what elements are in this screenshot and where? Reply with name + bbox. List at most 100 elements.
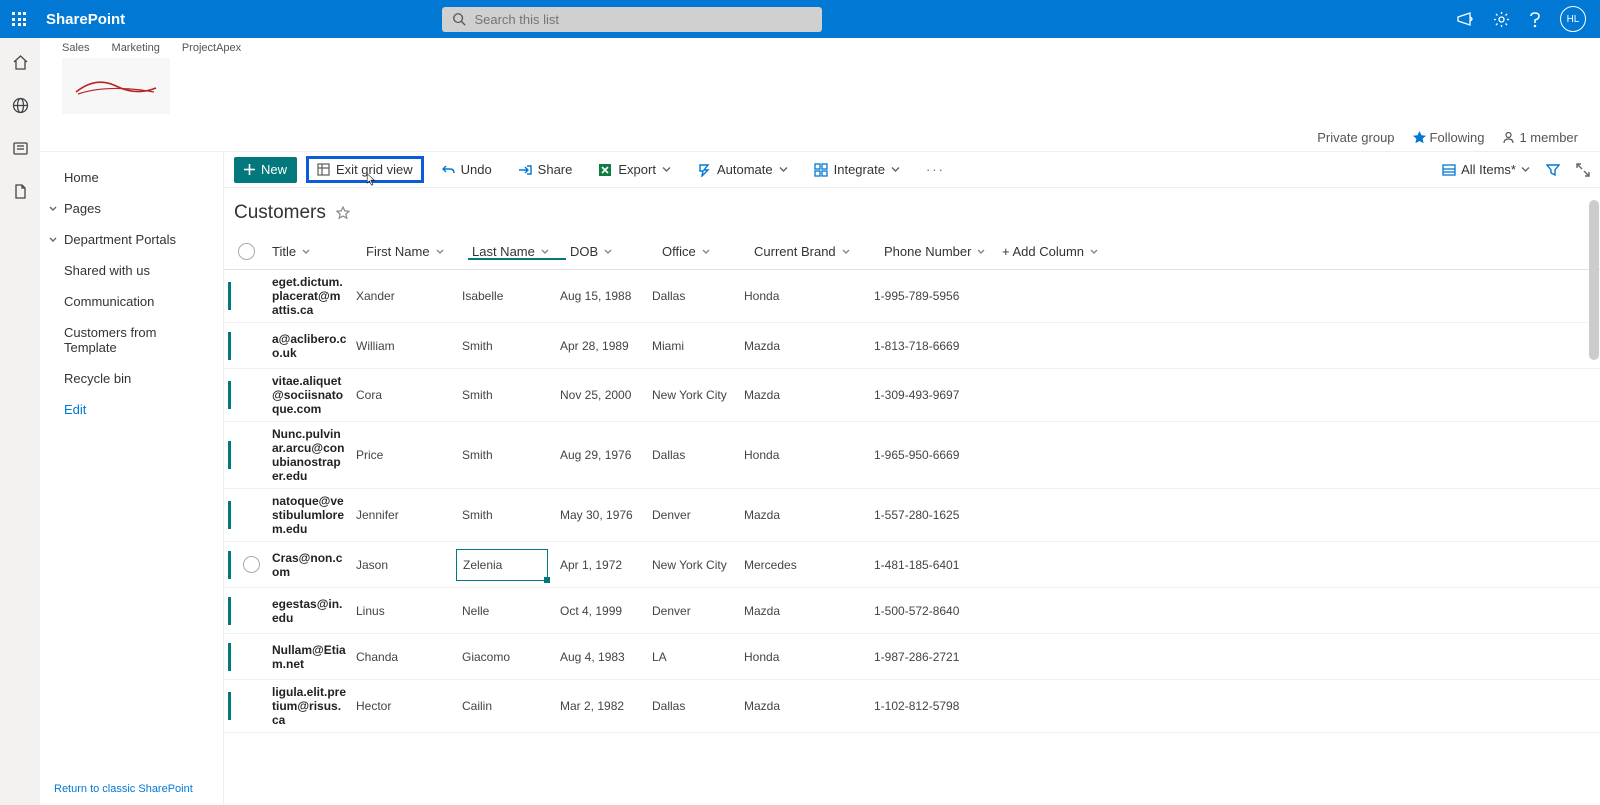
scrollbar-thumb[interactable]: [1589, 200, 1599, 360]
nav-pages[interactable]: Pages: [40, 193, 223, 224]
nav-home[interactable]: Home: [40, 162, 223, 193]
col-phone-number[interactable]: Phone Number: [880, 244, 998, 259]
cell-last-name[interactable]: Nelle: [458, 604, 556, 618]
col-first-name[interactable]: First Name: [362, 244, 468, 259]
cell-brand[interactable]: Mazda: [740, 508, 870, 522]
cell-title[interactable]: vitae.aliquet@sociisnatoque.com: [268, 374, 352, 416]
cell-last-name[interactable]: Smith: [458, 339, 556, 353]
app-launcher-icon[interactable]: [0, 0, 38, 38]
table-row[interactable]: eget.dictum.placerat@mattis.caXanderIsab…: [224, 270, 1600, 323]
cell-title[interactable]: eget.dictum.placerat@mattis.ca: [268, 275, 352, 317]
share-button[interactable]: Share: [510, 158, 581, 181]
cell-brand[interactable]: Mazda: [740, 339, 870, 353]
col-title[interactable]: Title: [268, 244, 362, 259]
cell-first-name[interactable]: Hector: [352, 699, 458, 713]
table-row[interactable]: egestas@in.eduLinusNelleOct 4, 1999Denve…: [224, 588, 1600, 634]
cell-brand[interactable]: Honda: [740, 650, 870, 664]
cell-title[interactable]: ligula.elit.pretium@risus.ca: [268, 685, 352, 727]
megaphone-icon[interactable]: [1457, 12, 1475, 26]
nav-communication[interactable]: Communication: [40, 286, 223, 317]
cell-last-name[interactable]: Cailin: [458, 699, 556, 713]
cell-first-name[interactable]: Xander: [352, 289, 458, 303]
cell-phone[interactable]: 1-813-718-6669: [870, 339, 988, 353]
export-button[interactable]: Export: [590, 158, 679, 181]
select-all[interactable]: [238, 243, 255, 260]
members-button[interactable]: 1 member: [1502, 130, 1578, 145]
nav-shared-with-us[interactable]: Shared with us: [40, 255, 223, 286]
cell-title[interactable]: Nullam@Etiam.net: [268, 643, 352, 671]
cell-last-name[interactable]: Smith: [458, 448, 556, 462]
follow-button[interactable]: Following: [1413, 130, 1485, 145]
cell-brand[interactable]: Mazda: [740, 388, 870, 402]
cell-dob[interactable]: Oct 4, 1999: [556, 604, 648, 618]
cell-first-name[interactable]: Jennifer: [352, 508, 458, 522]
table-row[interactable]: Cras@non.comJasonZeleniaApr 1, 1972New Y…: [224, 542, 1600, 588]
nav-customers-template[interactable]: Customers from Template: [40, 317, 223, 363]
home-icon[interactable]: [12, 54, 29, 71]
return-classic-link[interactable]: Return to classic SharePoint: [54, 783, 193, 795]
cell-office[interactable]: Dallas: [648, 699, 740, 713]
filter-icon[interactable]: [1546, 163, 1560, 177]
cell-brand[interactable]: Mazda: [740, 604, 870, 618]
cell-phone[interactable]: 1-557-280-1625: [870, 508, 988, 522]
cell-title[interactable]: egestas@in.edu: [268, 597, 352, 625]
cell-phone[interactable]: 1-995-789-5956: [870, 289, 988, 303]
cell-brand[interactable]: Honda: [740, 289, 870, 303]
cell-office[interactable]: Dallas: [648, 448, 740, 462]
cell-office[interactable]: Dallas: [648, 289, 740, 303]
more-actions-icon[interactable]: ···: [918, 158, 953, 181]
cell-first-name[interactable]: Linus: [352, 604, 458, 618]
favorite-icon[interactable]: [336, 206, 350, 220]
cell-last-name[interactable]: Smith: [458, 508, 556, 522]
cell-dob[interactable]: Aug 29, 1976: [556, 448, 648, 462]
automate-button[interactable]: Automate: [689, 158, 796, 181]
cell-dob[interactable]: Aug 4, 1983: [556, 650, 648, 664]
cell-office[interactable]: Denver: [648, 604, 740, 618]
cell-title[interactable]: Cras@non.com: [268, 551, 352, 579]
table-row[interactable]: ligula.elit.pretium@risus.caHectorCailin…: [224, 680, 1600, 733]
col-dob[interactable]: DOB: [566, 244, 658, 259]
cell-office[interactable]: Miami: [648, 339, 740, 353]
cell-last-name-editing[interactable]: Zelenia: [456, 549, 548, 581]
cell-phone[interactable]: 1-309-493-9697: [870, 388, 988, 402]
table-row[interactable]: Nunc.pulvinar.arcu@conubianostraper.eduP…: [224, 422, 1600, 489]
cell-brand[interactable]: Honda: [740, 448, 870, 462]
cell-dob[interactable]: Apr 28, 1989: [556, 339, 648, 353]
cell-dob[interactable]: May 30, 1976: [556, 508, 648, 522]
col-current-brand[interactable]: Current Brand: [750, 244, 880, 259]
cell-phone[interactable]: 1-102-812-5798: [870, 699, 988, 713]
cell-phone[interactable]: 1-481-185-6401: [870, 558, 988, 572]
user-avatar[interactable]: HL: [1560, 6, 1586, 32]
cell-first-name[interactable]: William: [352, 339, 458, 353]
cell-office[interactable]: LA: [648, 650, 740, 664]
cell-first-name[interactable]: Price: [352, 448, 458, 462]
cell-phone[interactable]: 1-987-286-2721: [870, 650, 988, 664]
table-row[interactable]: vitae.aliquet@sociisnatoque.comCoraSmith…: [224, 369, 1600, 422]
view-selector[interactable]: All Items*: [1442, 162, 1530, 177]
hub-link[interactable]: ProjectApex: [182, 42, 241, 54]
table-row[interactable]: natoque@vestibulumlorem.eduJenniferSmith…: [224, 489, 1600, 542]
settings-icon[interactable]: [1493, 11, 1510, 28]
nav-edit[interactable]: Edit: [40, 394, 223, 425]
add-column-button[interactable]: + Add Column: [998, 244, 1108, 259]
help-icon[interactable]: [1528, 11, 1542, 28]
cell-last-name[interactable]: Giacomo: [458, 650, 556, 664]
cell-first-name[interactable]: Jason: [352, 558, 458, 572]
nav-recycle-bin[interactable]: Recycle bin: [40, 363, 223, 394]
cell-office[interactable]: Denver: [648, 508, 740, 522]
cell-office[interactable]: New York City: [648, 388, 740, 402]
cell-title[interactable]: natoque@vestibulumlorem.edu: [268, 494, 352, 536]
search-input[interactable]: [474, 12, 794, 27]
cell-title[interactable]: Nunc.pulvinar.arcu@conubianostraper.edu: [268, 427, 352, 483]
cell-brand[interactable]: Mercedes: [740, 558, 870, 572]
cell-dob[interactable]: Nov 25, 2000: [556, 388, 648, 402]
nav-department-portals[interactable]: Department Portals: [40, 224, 223, 255]
cell-dob[interactable]: Aug 15, 1988: [556, 289, 648, 303]
hub-link[interactable]: Marketing: [112, 42, 160, 54]
cell-phone[interactable]: 1-500-572-8640: [870, 604, 988, 618]
cell-dob[interactable]: Apr 1, 1972: [556, 558, 648, 572]
cell-dob[interactable]: Mar 2, 1982: [556, 699, 648, 713]
cell-brand[interactable]: Mazda: [740, 699, 870, 713]
table-row[interactable]: a@aclibero.co.ukWilliamSmithApr 28, 1989…: [224, 323, 1600, 369]
cell-first-name[interactable]: Chanda: [352, 650, 458, 664]
